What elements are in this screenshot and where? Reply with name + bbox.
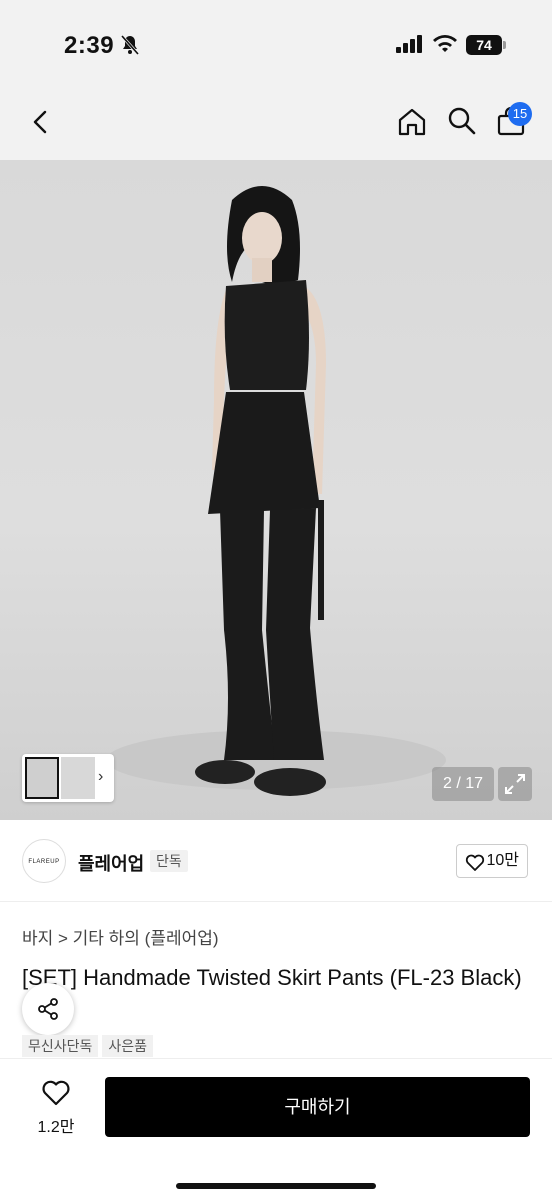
chevron-right-icon[interactable]: ›: [98, 768, 103, 786]
breadcrumb[interactable]: 바지 > 기타 하의 (플레어업): [22, 924, 219, 949]
status-bar: 2:39 74: [0, 0, 552, 90]
tag-gift: 사은품: [102, 1035, 154, 1057]
product-title: [SET] Handmade Twisted Skirt Pants (FL-2…: [22, 965, 522, 990]
brand-like-button[interactable]: 10만: [456, 844, 528, 878]
buy-button[interactable]: 구매하기: [105, 1077, 530, 1137]
thumbnail-strip[interactable]: ›: [22, 754, 114, 802]
brand-row: FLAREUP 플레어업 단독 10만: [0, 822, 552, 902]
wifi-icon: [432, 34, 458, 59]
share-icon: [38, 998, 58, 1020]
model-photo: [106, 186, 446, 796]
tag-exclusive: 무신사단독: [22, 1035, 99, 1057]
brand-like-count: 10만: [486, 852, 519, 869]
brand-name[interactable]: 플레어업: [78, 850, 144, 876]
cart-count-badge: 15: [508, 102, 532, 126]
image-counter: 2 / 17: [432, 767, 494, 801]
home-icon[interactable]: [396, 106, 428, 143]
status-time: 2:39: [64, 32, 115, 59]
wishlist-button[interactable]: 1.2만: [26, 1079, 86, 1137]
thumbnail-image[interactable]: [61, 757, 95, 799]
expand-icon[interactable]: [498, 767, 532, 801]
battery-icon: [503, 41, 506, 49]
product-tags: 무신사단독 사은품: [22, 1035, 157, 1057]
exclusive-badge: 단독: [150, 850, 188, 872]
thumbnail-image[interactable]: [25, 757, 59, 799]
back-arrow-icon[interactable]: [26, 106, 56, 138]
share-button[interactable]: [22, 983, 74, 1035]
home-indicator: [176, 1183, 376, 1189]
brand-logo[interactable]: FLAREUP: [22, 839, 66, 883]
signal-icon: [396, 35, 424, 58]
heart-icon: [465, 854, 485, 871]
bottom-action-bar: 1.2만 구매하기: [0, 1058, 552, 1200]
search-icon[interactable]: [446, 105, 478, 142]
product-image[interactable]: › 2 / 17: [0, 160, 552, 820]
heart-icon: [42, 1080, 70, 1106]
bell-muted-icon: [120, 34, 140, 61]
battery-level: 74: [466, 35, 502, 55]
wishlist-count: 1.2만: [37, 1119, 75, 1136]
top-navigation: 15: [0, 90, 552, 160]
